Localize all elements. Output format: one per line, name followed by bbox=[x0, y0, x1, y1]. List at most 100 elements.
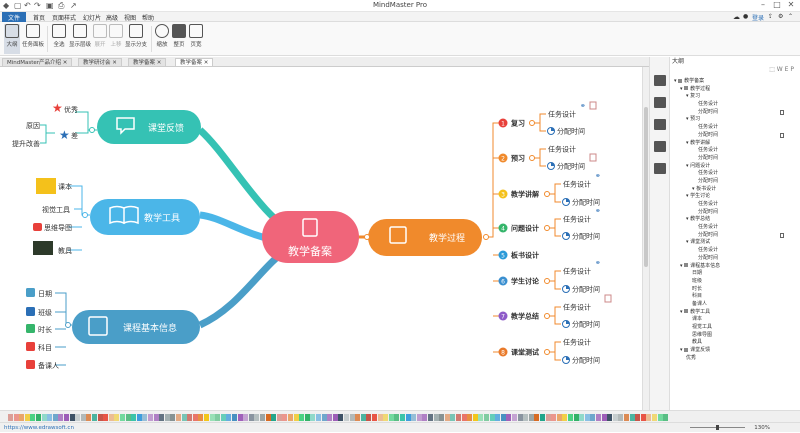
color-swatch[interactable] bbox=[41, 414, 47, 421]
color-swatch[interactable] bbox=[276, 414, 282, 421]
color-swatch[interactable] bbox=[64, 414, 69, 421]
color-swatch[interactable] bbox=[652, 414, 657, 421]
process-step[interactable]: 教学讲解 bbox=[510, 190, 539, 199]
color-swatch[interactable] bbox=[103, 414, 109, 421]
expand-dot[interactable] bbox=[544, 225, 550, 231]
expand-dot[interactable] bbox=[544, 191, 550, 197]
color-swatch[interactable] bbox=[254, 414, 260, 421]
note-icon[interactable] bbox=[780, 132, 784, 138]
maximize-icon[interactable]: □ bbox=[770, 0, 784, 9]
process-step[interactable]: 复习 bbox=[510, 119, 525, 128]
color-swatch[interactable] bbox=[635, 414, 641, 421]
color-swatch[interactable] bbox=[394, 414, 400, 421]
info-item[interactable]: 日期 bbox=[38, 290, 52, 298]
color-swatch[interactable] bbox=[136, 414, 142, 421]
minimize-icon[interactable]: – bbox=[756, 0, 770, 9]
expand-dot[interactable] bbox=[529, 155, 535, 161]
outline-row[interactable]: 时长 bbox=[670, 286, 800, 294]
task-design[interactable]: 任务设计 bbox=[563, 267, 591, 276]
pdf-icon[interactable]: ⬚ bbox=[769, 66, 775, 73]
outline-row[interactable]: ▾ 教学总结 bbox=[670, 216, 800, 224]
outline-row[interactable]: 备课人 bbox=[670, 301, 800, 309]
color-swatch[interactable] bbox=[573, 414, 579, 421]
color-swatch[interactable] bbox=[528, 414, 534, 421]
color-swatch[interactable] bbox=[618, 414, 624, 421]
share-icon[interactable]: ⇪ bbox=[768, 13, 773, 20]
time-allocation[interactable]: 分配时间 bbox=[572, 320, 600, 329]
expand-dot[interactable] bbox=[364, 234, 370, 240]
expand-dot[interactable] bbox=[89, 127, 95, 133]
tab-lesson-plan-1[interactable]: 教学备案 ✕ bbox=[128, 58, 167, 67]
color-swatch[interactable] bbox=[338, 414, 344, 421]
color-swatch[interactable] bbox=[428, 414, 433, 421]
link-icon[interactable]: ⚭ bbox=[595, 259, 601, 267]
color-swatch[interactable] bbox=[556, 414, 562, 421]
color-swatch[interactable] bbox=[568, 414, 573, 421]
color-swatch[interactable] bbox=[327, 414, 333, 421]
color-swatch[interactable] bbox=[198, 414, 204, 421]
color-swatch[interactable] bbox=[97, 414, 103, 421]
color-swatch[interactable] bbox=[265, 414, 271, 421]
color-swatch[interactable] bbox=[506, 414, 512, 421]
color-swatch[interactable] bbox=[164, 414, 170, 421]
color-swatch[interactable] bbox=[489, 414, 495, 421]
outline-row[interactable]: 优秀 bbox=[670, 355, 800, 363]
color-swatch[interactable] bbox=[75, 414, 81, 421]
color-swatch[interactable] bbox=[125, 414, 131, 421]
note-icon[interactable] bbox=[589, 101, 597, 110]
menu-page-style[interactable]: 页面样式 bbox=[52, 13, 76, 22]
feedback-item-poor[interactable]: 差 bbox=[71, 131, 78, 140]
color-swatch[interactable] bbox=[58, 414, 64, 421]
outline-row[interactable]: ▾ 教学工具 bbox=[670, 309, 800, 317]
note-icon[interactable] bbox=[780, 232, 784, 238]
outline-row[interactable]: 分配时间 bbox=[670, 178, 800, 186]
task-design[interactable]: 任务设计 bbox=[548, 145, 576, 154]
color-swatch[interactable] bbox=[590, 414, 596, 421]
task-panel-button[interactable]: 任务面板 bbox=[22, 24, 44, 48]
show-branch-button[interactable]: 显示分支 bbox=[124, 24, 148, 48]
color-swatch[interactable] bbox=[148, 414, 153, 421]
color-swatch[interactable] bbox=[534, 414, 540, 421]
slides-icon[interactable] bbox=[654, 163, 666, 174]
fit-page-button[interactable]: 整页 bbox=[171, 24, 187, 48]
color-swatch[interactable] bbox=[243, 414, 249, 421]
outline-row[interactable]: 任务设计 bbox=[670, 247, 800, 255]
color-swatch[interactable] bbox=[220, 414, 226, 421]
color-swatch[interactable] bbox=[472, 414, 478, 421]
color-swatch[interactable] bbox=[131, 414, 137, 421]
time-allocation[interactable]: 分配时间 bbox=[572, 285, 600, 294]
outline-row[interactable]: 任务设计 bbox=[670, 201, 800, 209]
expand-button[interactable]: 展开 bbox=[92, 24, 108, 48]
menu-view[interactable]: 视图 bbox=[124, 13, 136, 22]
outline-row[interactable]: 任务设计 bbox=[670, 224, 800, 232]
expand-dot[interactable] bbox=[483, 234, 489, 240]
color-swatch[interactable] bbox=[349, 414, 355, 421]
color-swatch[interactable] bbox=[607, 414, 613, 421]
color-swatch[interactable] bbox=[52, 414, 58, 421]
color-swatch[interactable] bbox=[86, 414, 92, 421]
menu-advanced[interactable]: 高级 bbox=[106, 13, 118, 22]
outline-panel-icon[interactable] bbox=[654, 97, 666, 108]
feedback-sub-reason[interactable]: 原因 bbox=[26, 122, 40, 130]
outline-row[interactable]: 视觉工具 bbox=[670, 324, 800, 332]
tool-item-visual[interactable]: 视觉工具 bbox=[42, 205, 70, 214]
process-step[interactable]: 预习 bbox=[511, 154, 525, 163]
link-icon[interactable]: ⚭ bbox=[595, 172, 601, 180]
color-swatch[interactable] bbox=[282, 414, 288, 421]
word-icon[interactable]: W bbox=[777, 66, 783, 73]
color-swatch[interactable] bbox=[209, 414, 215, 421]
color-swatch[interactable] bbox=[450, 414, 456, 421]
color-swatch[interactable] bbox=[629, 414, 635, 421]
color-swatch[interactable] bbox=[260, 414, 265, 421]
color-swatch[interactable] bbox=[388, 414, 394, 421]
time-allocation[interactable]: 分配时间 bbox=[572, 198, 600, 207]
expand-dot[interactable] bbox=[65, 322, 71, 328]
outline-row[interactable]: 分配时间 bbox=[670, 132, 800, 140]
outline-row[interactable]: 分配时间 bbox=[670, 155, 800, 163]
color-swatch[interactable] bbox=[288, 414, 293, 421]
color-swatch[interactable] bbox=[596, 414, 601, 421]
info-item[interactable]: 备课人 bbox=[38, 361, 59, 370]
outline-row[interactable]: 日期 bbox=[670, 270, 800, 278]
color-swatch[interactable] bbox=[293, 414, 299, 421]
color-swatch[interactable] bbox=[187, 414, 193, 421]
